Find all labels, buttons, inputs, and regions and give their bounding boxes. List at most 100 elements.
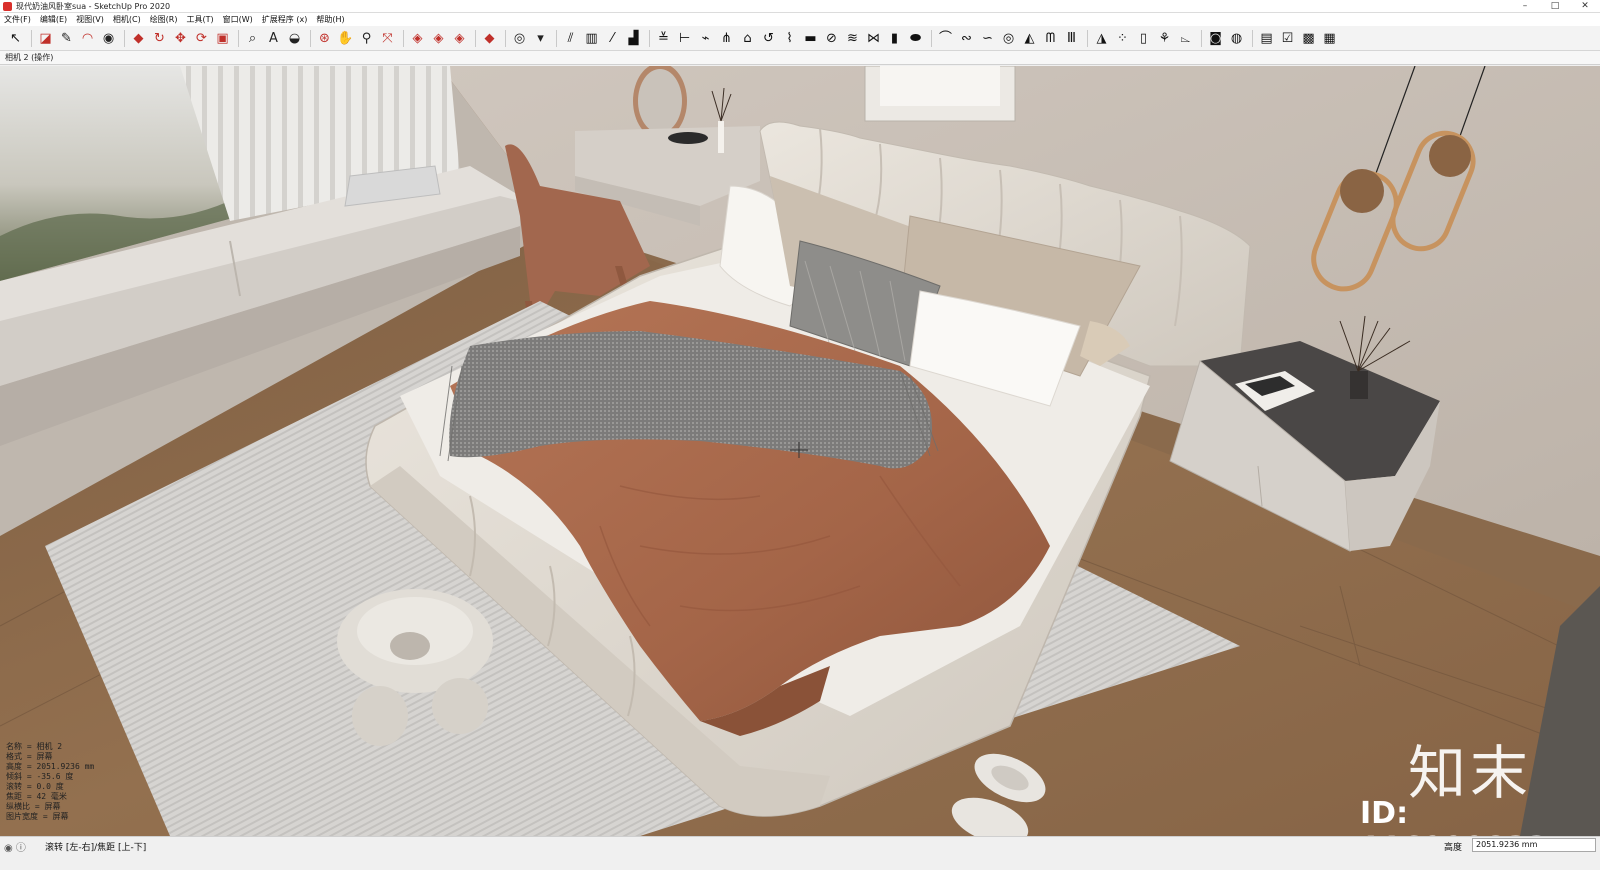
toolbar-separator	[310, 29, 311, 47]
plugin-icon-17[interactable]: ◎	[999, 29, 1018, 48]
plugin-icon-24[interactable]: ⚘	[1155, 29, 1174, 48]
paint-bucket-icon[interactable]: ◒	[285, 29, 304, 48]
arc-icon[interactable]: ◠	[78, 29, 97, 48]
maximize-button[interactable]: □	[1540, 0, 1570, 13]
plugin-icon-23[interactable]: ▯	[1134, 29, 1153, 48]
camera-info-line: 名称 = 相机 2	[6, 742, 63, 751]
plugin-icon-20[interactable]: Ⅲ	[1062, 29, 1081, 48]
menu-help[interactable]: 帮助(H)	[316, 14, 344, 25]
plugin-icon-1[interactable]: ≚	[654, 29, 673, 48]
plugin-icon-11[interactable]: ⋈	[864, 29, 883, 48]
chevron-down-icon[interactable]: ▾	[531, 29, 550, 48]
eraser-icon[interactable]: ◪	[36, 29, 55, 48]
toolbar-separator	[403, 29, 404, 47]
menu-bar: 文件(F) 编辑(E) 视图(V) 相机(C) 绘图(R) 工具(T) 窗口(W…	[0, 13, 1600, 26]
window-controls: – □ ✕	[1510, 0, 1600, 13]
status-bar: ◉ ⓘ 滚转 [左-右]/焦距 [上-下] 高度 2051.9236 mm	[0, 836, 1600, 870]
window-title: 现代奶油风卧室sua - SketchUp Pro 2020	[16, 1, 171, 11]
user-icon[interactable]: ◎	[510, 29, 529, 48]
menu-edit[interactable]: 编辑(E)	[40, 14, 67, 25]
extension-icon[interactable]: ◈	[429, 29, 448, 48]
plugin-icon-25[interactable]: ⌳	[1176, 29, 1195, 48]
model-viewport[interactable]: 名称 = 相机 2 格式 = 屏幕 高度 = 2051.9236 mm 倾斜 =…	[0, 66, 1600, 836]
plugin-icon-19[interactable]: ᗰ	[1041, 29, 1060, 48]
measurements-label: 高度	[1444, 843, 1463, 853]
toolbar-separator	[1252, 29, 1253, 47]
plugin-icon-6[interactable]: ↺	[759, 29, 778, 48]
menu-extensions[interactable]: 扩展程序 (x)	[262, 14, 308, 25]
circle-icon[interactable]: ◉	[99, 29, 118, 48]
warehouse-icon[interactable]: ◈	[408, 29, 427, 48]
camera-info-line: 图片宽度 = 屏幕	[6, 812, 69, 821]
move-icon[interactable]: ✥	[171, 29, 190, 48]
status-info-icons[interactable]: ◉ ⓘ	[4, 839, 26, 854]
scale-icon[interactable]: ▣	[213, 29, 232, 48]
toolbar-separator	[238, 29, 239, 47]
camera-info-line: 高度 = 2051.9236 mm	[6, 762, 95, 771]
bedroom-render	[0, 66, 1600, 836]
plugin-icon-21[interactable]: ◮	[1092, 29, 1111, 48]
plugin-icon-16[interactable]: ∽	[978, 29, 997, 48]
plugin-icon-22[interactable]: ⁘	[1113, 29, 1132, 48]
pan-icon[interactable]: ✋	[336, 29, 355, 48]
line-tool-icon[interactable]: ⁄	[603, 29, 622, 48]
rotate-icon[interactable]: ⟳	[192, 29, 211, 48]
toolbar-separator	[649, 29, 650, 47]
plugin-icon-14[interactable]: ⌒	[936, 29, 955, 48]
follow-me-icon[interactable]: ↻	[150, 29, 169, 48]
plugin-icon-26[interactable]: ◙	[1206, 29, 1225, 48]
plugin-icon-31[interactable]: ▦	[1320, 29, 1339, 48]
select-icon[interactable]: ↖	[6, 29, 25, 48]
orbit-icon[interactable]: ⊛	[315, 29, 334, 48]
plugin-icon-18[interactable]: ◭	[1020, 29, 1039, 48]
plugin-icon-10[interactable]: ≋	[843, 29, 862, 48]
menu-camera[interactable]: 相机(C)	[113, 14, 141, 25]
watermark-id: ID: 1169998334	[1360, 796, 1569, 836]
main-toolbar: ↖ ◪ ✎ ◠ ◉ ◆ ↻ ✥ ⟳ ▣ ⌕ A ◒ ⊛ ✋ ⚲ ⤧ ◈ ◈ ◈ …	[0, 26, 1600, 51]
plugin-icon-27[interactable]: ◍	[1227, 29, 1246, 48]
camera-info-line: 纵横比 = 屏幕	[6, 802, 61, 811]
plugin-icon-3[interactable]: ⌁	[696, 29, 715, 48]
scene-tab-camera-2[interactable]: 相机 2 (操作)	[5, 52, 53, 63]
plugin-icon-4[interactable]: ⋔	[717, 29, 736, 48]
window-tool-icon[interactable]: ▥	[582, 29, 601, 48]
plugin-icon-5[interactable]: ⌂	[738, 29, 757, 48]
plugin-icon-29[interactable]: ☑	[1278, 29, 1297, 48]
plugin-icon-7[interactable]: ⌇	[780, 29, 799, 48]
camera-info-line: 焦距 = 42 毫米	[6, 792, 67, 801]
camera-info-line: 格式 = 屏幕	[6, 752, 53, 761]
toolbar-separator	[505, 29, 506, 47]
menu-view[interactable]: 视图(V)	[76, 14, 104, 25]
bars-icon[interactable]: ▟	[624, 29, 643, 48]
ruby-icon[interactable]: ◆	[480, 29, 499, 48]
stair-icon[interactable]: ⫽	[561, 29, 580, 48]
menu-window[interactable]: 窗口(W)	[223, 14, 253, 25]
menu-draw[interactable]: 绘图(R)	[150, 14, 178, 25]
plugin-icon-28[interactable]: ▤	[1257, 29, 1276, 48]
pencil-icon[interactable]: ✎	[57, 29, 76, 48]
zoom-extents-icon[interactable]: ⤧	[378, 29, 397, 48]
camera-info-line: 倾斜 = -35.6 度	[6, 772, 74, 781]
text-icon[interactable]: A	[264, 29, 283, 48]
close-button[interactable]: ✕	[1570, 0, 1600, 13]
status-hint: 滚转 [左-右]/焦距 [上-下]	[45, 843, 147, 853]
plugin-icon-8[interactable]: ▬	[801, 29, 820, 48]
sketchup-app-icon	[3, 1, 12, 11]
push-pull-icon[interactable]: ◆	[129, 29, 148, 48]
plugin-icon-12[interactable]: ▮	[885, 29, 904, 48]
plugin-icon-9[interactable]: ⊘	[822, 29, 841, 48]
toolbar-separator	[31, 29, 32, 47]
plugin-icon-30[interactable]: ▩	[1299, 29, 1318, 48]
measurements-input[interactable]: 2051.9236 mm	[1472, 838, 1596, 852]
plugin-icon-15[interactable]: ∾	[957, 29, 976, 48]
zoom-icon[interactable]: ⚲	[357, 29, 376, 48]
minimize-button[interactable]: –	[1510, 0, 1540, 13]
menu-tools[interactable]: 工具(T)	[187, 14, 214, 25]
plugin-icon-2[interactable]: ⊢	[675, 29, 694, 48]
layout-icon[interactable]: ◈	[450, 29, 469, 48]
camera-info-overlay: 名称 = 相机 2 格式 = 屏幕 高度 = 2051.9236 mm 倾斜 =…	[6, 742, 94, 822]
plugin-icon-13[interactable]: ⬬	[906, 29, 925, 48]
menu-file[interactable]: 文件(F)	[4, 14, 31, 25]
tape-measure-icon[interactable]: ⌕	[243, 29, 262, 48]
scene-tabs-bar: 相机 2 (操作)	[0, 51, 1600, 65]
